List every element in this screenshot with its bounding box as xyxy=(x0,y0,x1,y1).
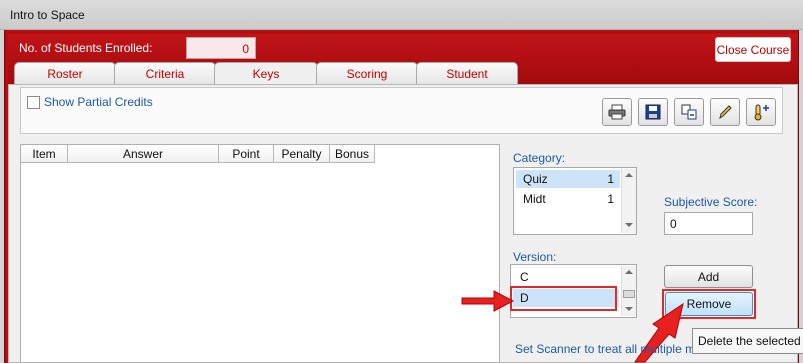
tab-student[interactable]: Student xyxy=(416,62,518,84)
scroll-up-icon[interactable] xyxy=(625,173,633,177)
category-list[interactable]: Quiz 1 Midt 1 xyxy=(513,167,637,235)
print-button[interactable] xyxy=(602,98,632,126)
category-name: Quiz xyxy=(523,172,548,186)
scroll-thumb[interactable] xyxy=(623,290,635,298)
tab-label: Keys xyxy=(252,67,280,81)
edit-button[interactable] xyxy=(710,98,740,126)
column-header-point[interactable]: Point xyxy=(219,145,274,163)
tab-criteria[interactable]: Criteria xyxy=(114,62,216,84)
window-title: Intro to Space xyxy=(10,8,85,22)
enrolled-count-field: 0 xyxy=(186,37,256,59)
tab-label: Criteria xyxy=(145,67,185,81)
printer-icon xyxy=(608,104,626,120)
show-partial-credits-label[interactable]: Show Partial Credits xyxy=(44,95,153,109)
save-icon xyxy=(645,104,661,120)
category-count: 1 xyxy=(607,192,614,206)
category-count: 1 xyxy=(607,172,614,186)
column-header-item[interactable]: Item xyxy=(21,145,68,163)
column-header-answer[interactable]: Answer xyxy=(68,145,219,163)
tab-label: Scoring xyxy=(346,67,388,81)
copy-swap-icon xyxy=(681,104,697,120)
scroll-up-icon[interactable] xyxy=(625,270,633,274)
add-version-button[interactable]: Add xyxy=(664,265,753,288)
subjective-score-label: Subjective Score: xyxy=(664,195,758,209)
app-window: Intro to Space No. of Students Enrolled:… xyxy=(0,0,803,363)
version-label: Version: xyxy=(513,250,557,264)
column-header-penalty[interactable]: Penalty xyxy=(274,145,330,163)
pencil-icon xyxy=(719,105,732,120)
answer-key-grid[interactable]: Item Answer Point Penalty Bonus xyxy=(20,144,500,363)
list-item[interactable]: Quiz 1 xyxy=(516,170,620,188)
title-bar: Intro to Space xyxy=(0,0,803,30)
scale-button[interactable] xyxy=(746,98,776,126)
tab-keys[interactable]: Keys xyxy=(214,62,318,85)
column-header-bonus[interactable]: Bonus xyxy=(330,145,375,163)
version-d-highlight xyxy=(510,286,617,311)
subjective-score-input[interactable]: 0 xyxy=(664,212,753,235)
tab-label: Student xyxy=(446,67,488,81)
scroll-down-icon[interactable] xyxy=(625,223,633,227)
version-name: C xyxy=(520,270,529,284)
list-item[interactable]: C xyxy=(513,268,619,286)
category-label: Category: xyxy=(513,151,566,165)
tab-roster[interactable]: Roster xyxy=(14,62,116,84)
scanner-setting-link[interactable]: Set Scanner to treat all multiple m xyxy=(515,342,695,356)
category-name: Midt xyxy=(523,192,546,206)
enrolled-label: No. of Students Enrolled: xyxy=(19,41,153,55)
annotation-arrow-right-icon xyxy=(461,290,515,312)
close-course-button[interactable]: Close Course xyxy=(715,37,791,62)
tab-scoring[interactable]: Scoring xyxy=(316,62,418,84)
save-button[interactable] xyxy=(638,98,668,126)
grid-header: Item Answer Point Penalty Bonus xyxy=(21,145,375,163)
tab-label: Roster xyxy=(47,67,83,81)
category-scrollbar[interactable] xyxy=(621,169,636,233)
show-partial-credits-checkbox[interactable] xyxy=(27,96,40,109)
list-item[interactable]: Midt 1 xyxy=(516,190,620,208)
copy-swap-button[interactable] xyxy=(674,98,704,126)
remove-tooltip: Delete the selected xyxy=(692,328,803,354)
thermometer-plus-icon xyxy=(754,104,769,121)
